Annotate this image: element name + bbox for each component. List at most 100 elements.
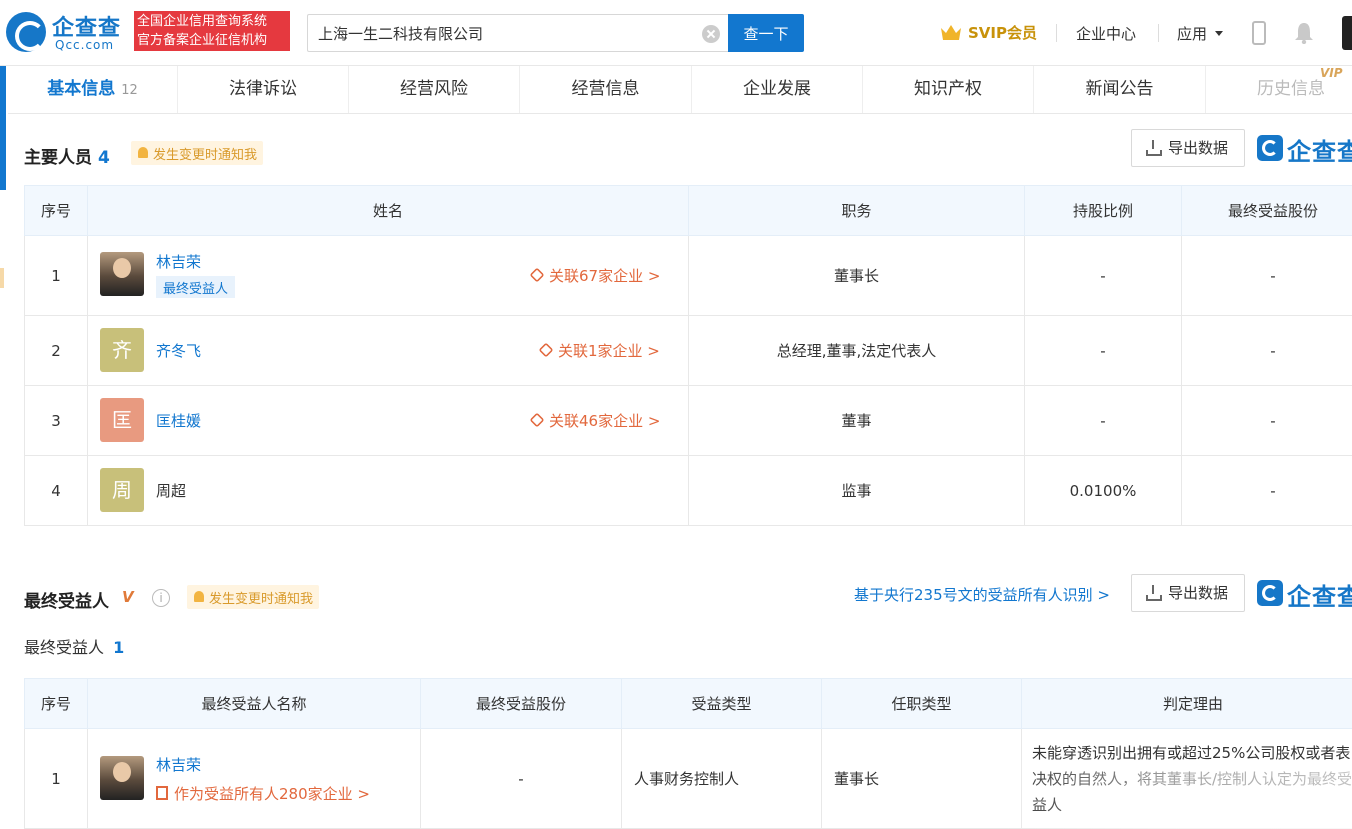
- position-cell: 监事: [688, 455, 1025, 526]
- tab-legal-litigation[interactable]: 法律诉讼: [178, 66, 349, 113]
- person-name-link[interactable]: 林吉荣: [156, 251, 201, 272]
- person-name-link[interactable]: 齐冬飞: [156, 340, 201, 361]
- column-header: 任职类型: [821, 678, 1022, 729]
- tab-count: 12: [121, 83, 138, 98]
- column-header: 序号: [24, 185, 88, 236]
- tab-basic-info[interactable]: 基本信息 12: [8, 66, 178, 113]
- column-header: 受益类型: [621, 678, 822, 729]
- position-cell: 董事长: [688, 235, 1025, 316]
- benefit-share-cell: -: [1181, 315, 1352, 386]
- chevron-down-icon: [1215, 31, 1223, 36]
- beneficiary-name-link[interactable]: 林吉荣: [156, 754, 201, 775]
- person-photo: [100, 252, 144, 296]
- subtitle-count: 1: [113, 638, 125, 657]
- beneficiary-cell: 林吉荣 作为受益所有人280家企业 >: [87, 728, 421, 829]
- table-row: 4 周 周超 监事 0.0100% -: [24, 455, 1352, 526]
- beneficiary-basis-link[interactable]: 基于央行235号文的受益所有人识别 >: [854, 584, 1110, 605]
- table-header-row: 序号 姓名 职务 持股比例 最终受益股份: [24, 185, 1352, 236]
- top-navigation-bar: 企查查 Qcc.com 全国企业信用查询系统 官方备案企业征信机构 查一下 SV…: [0, 0, 1352, 66]
- credit-system-slogan: 全国企业信用查询系统 官方备案企业征信机构: [134, 11, 290, 51]
- mobile-phone-icon[interactable]: [1252, 21, 1266, 45]
- associated-companies-link[interactable]: 关联67家企业 >: [529, 265, 660, 286]
- page-left-marker: [0, 268, 4, 288]
- person-name: 周超: [156, 482, 187, 500]
- shareholding-cell: 0.0100%: [1024, 455, 1182, 526]
- watermark-text: 企查查: [1287, 583, 1352, 611]
- watermark-text: 企查查: [1287, 138, 1352, 166]
- section-count: 4: [98, 148, 110, 168]
- export-label: 导出数据: [1168, 584, 1229, 602]
- benefit-share-cell: -: [420, 728, 622, 829]
- page-left-accent: [0, 66, 6, 190]
- table-row: 3 匡 匡桂媛 关联46家企业 > 董事 - -: [24, 385, 1352, 456]
- key-personnel-table: 序号 姓名 职务 持股比例 最终受益股份 1 林吉荣 最终受益人 关联67家企业…: [24, 185, 1352, 526]
- beneficiary-tag: 最终受益人: [156, 276, 236, 298]
- person-name-link[interactable]: 匡桂媛: [156, 410, 201, 431]
- download-icon: [1146, 140, 1162, 156]
- qcc-logo-icon: [1257, 135, 1283, 161]
- row-number: 1: [24, 235, 88, 316]
- divider: [1158, 24, 1159, 42]
- name-avatar: 周: [100, 468, 144, 512]
- section-tabs: 基本信息 12 法律诉讼 经营风险 经营信息 企业发展 知识产权 新闻公告 历史信…: [8, 66, 1352, 114]
- enterprise-center-link[interactable]: 企业中心: [1076, 23, 1136, 44]
- person-cell: 周 周超: [87, 455, 689, 526]
- column-header: 判定理由: [1021, 678, 1352, 729]
- column-header: 职务: [688, 185, 1025, 236]
- info-icon[interactable]: i: [152, 589, 170, 607]
- associated-companies-link[interactable]: 关联1家企业 >: [538, 340, 660, 361]
- notify-on-change-button[interactable]: 发生变更时通知我: [131, 141, 264, 165]
- role-type-cell: 董事长: [821, 728, 1022, 829]
- svip-member-link[interactable]: SVIP会员: [968, 22, 1037, 43]
- associated-companies-link[interactable]: 关联46家企业 >: [529, 410, 661, 431]
- person-cell: 匡 匡桂媛 关联46家企业 >: [87, 385, 689, 456]
- table-row: 1 林吉荣 最终受益人 关联67家企业 > 董事长 - -: [24, 235, 1352, 316]
- document-icon: [156, 786, 168, 800]
- row-number: 2: [24, 315, 88, 386]
- apps-menu[interactable]: 应用: [1177, 23, 1207, 44]
- shareholding-cell: -: [1024, 385, 1182, 456]
- beneficiary-companies-link[interactable]: 作为受益所有人280家企业 >: [156, 783, 370, 804]
- shareholding-cell: -: [1024, 315, 1182, 386]
- logo-domain: Qcc.com: [55, 38, 115, 52]
- vip-icon: V: [122, 588, 134, 606]
- assoc-label: 关联46家企业 >: [549, 412, 661, 430]
- position-cell: 董事: [688, 385, 1025, 456]
- benefit-share-cell: -: [1181, 385, 1352, 456]
- tab-intellectual-property[interactable]: 知识产权: [863, 66, 1034, 113]
- column-header: 最终受益人名称: [87, 678, 421, 729]
- tab-news[interactable]: 新闻公告: [1034, 66, 1206, 113]
- person-cell: 齐 齐冬飞 关联1家企业 >: [87, 315, 689, 386]
- section-title-beneficiary: 最终受益人: [24, 592, 109, 612]
- export-data-button[interactable]: 导出数据: [1131, 129, 1245, 167]
- name-avatar: 匡: [100, 398, 144, 442]
- relation-icon: [538, 342, 554, 358]
- notify-on-change-button[interactable]: 发生变更时通知我: [187, 585, 320, 609]
- bell-icon[interactable]: [1294, 22, 1314, 44]
- divider: [1056, 24, 1057, 42]
- column-header: 序号: [24, 678, 88, 729]
- benefit-type-cell: 人事财务控制人: [621, 728, 822, 829]
- name-avatar: 齐: [100, 328, 144, 372]
- column-header: 持股比例: [1024, 185, 1182, 236]
- search-button[interactable]: 查一下: [728, 14, 804, 52]
- share-link-label: 作为受益所有人280家企业 >: [174, 785, 370, 803]
- qcc-logo-icon: [6, 12, 46, 52]
- column-header: 最终受益股份: [420, 678, 622, 729]
- row-number: 3: [24, 385, 88, 456]
- qcc-logo-icon: [1257, 580, 1283, 606]
- tab-business-risk[interactable]: 经营风险: [349, 66, 520, 113]
- export-label: 导出数据: [1168, 139, 1229, 157]
- benefit-share-cell: -: [1181, 235, 1352, 316]
- user-avatar[interactable]: [1342, 16, 1352, 50]
- tab-development[interactable]: 企业发展: [692, 66, 863, 113]
- shareholding-cell: -: [1024, 235, 1182, 316]
- tab-business-info[interactable]: 经营信息: [520, 66, 692, 113]
- clear-icon[interactable]: [702, 25, 720, 43]
- search-input[interactable]: [318, 23, 688, 43]
- export-data-button[interactable]: 导出数据: [1131, 574, 1245, 612]
- column-header: 最终受益股份: [1181, 185, 1352, 236]
- section-title-key-personnel: 主要人员 4: [24, 143, 110, 168]
- qcc-logo[interactable]: 企查查 Qcc.com: [6, 10, 130, 54]
- column-header: 姓名: [87, 185, 689, 236]
